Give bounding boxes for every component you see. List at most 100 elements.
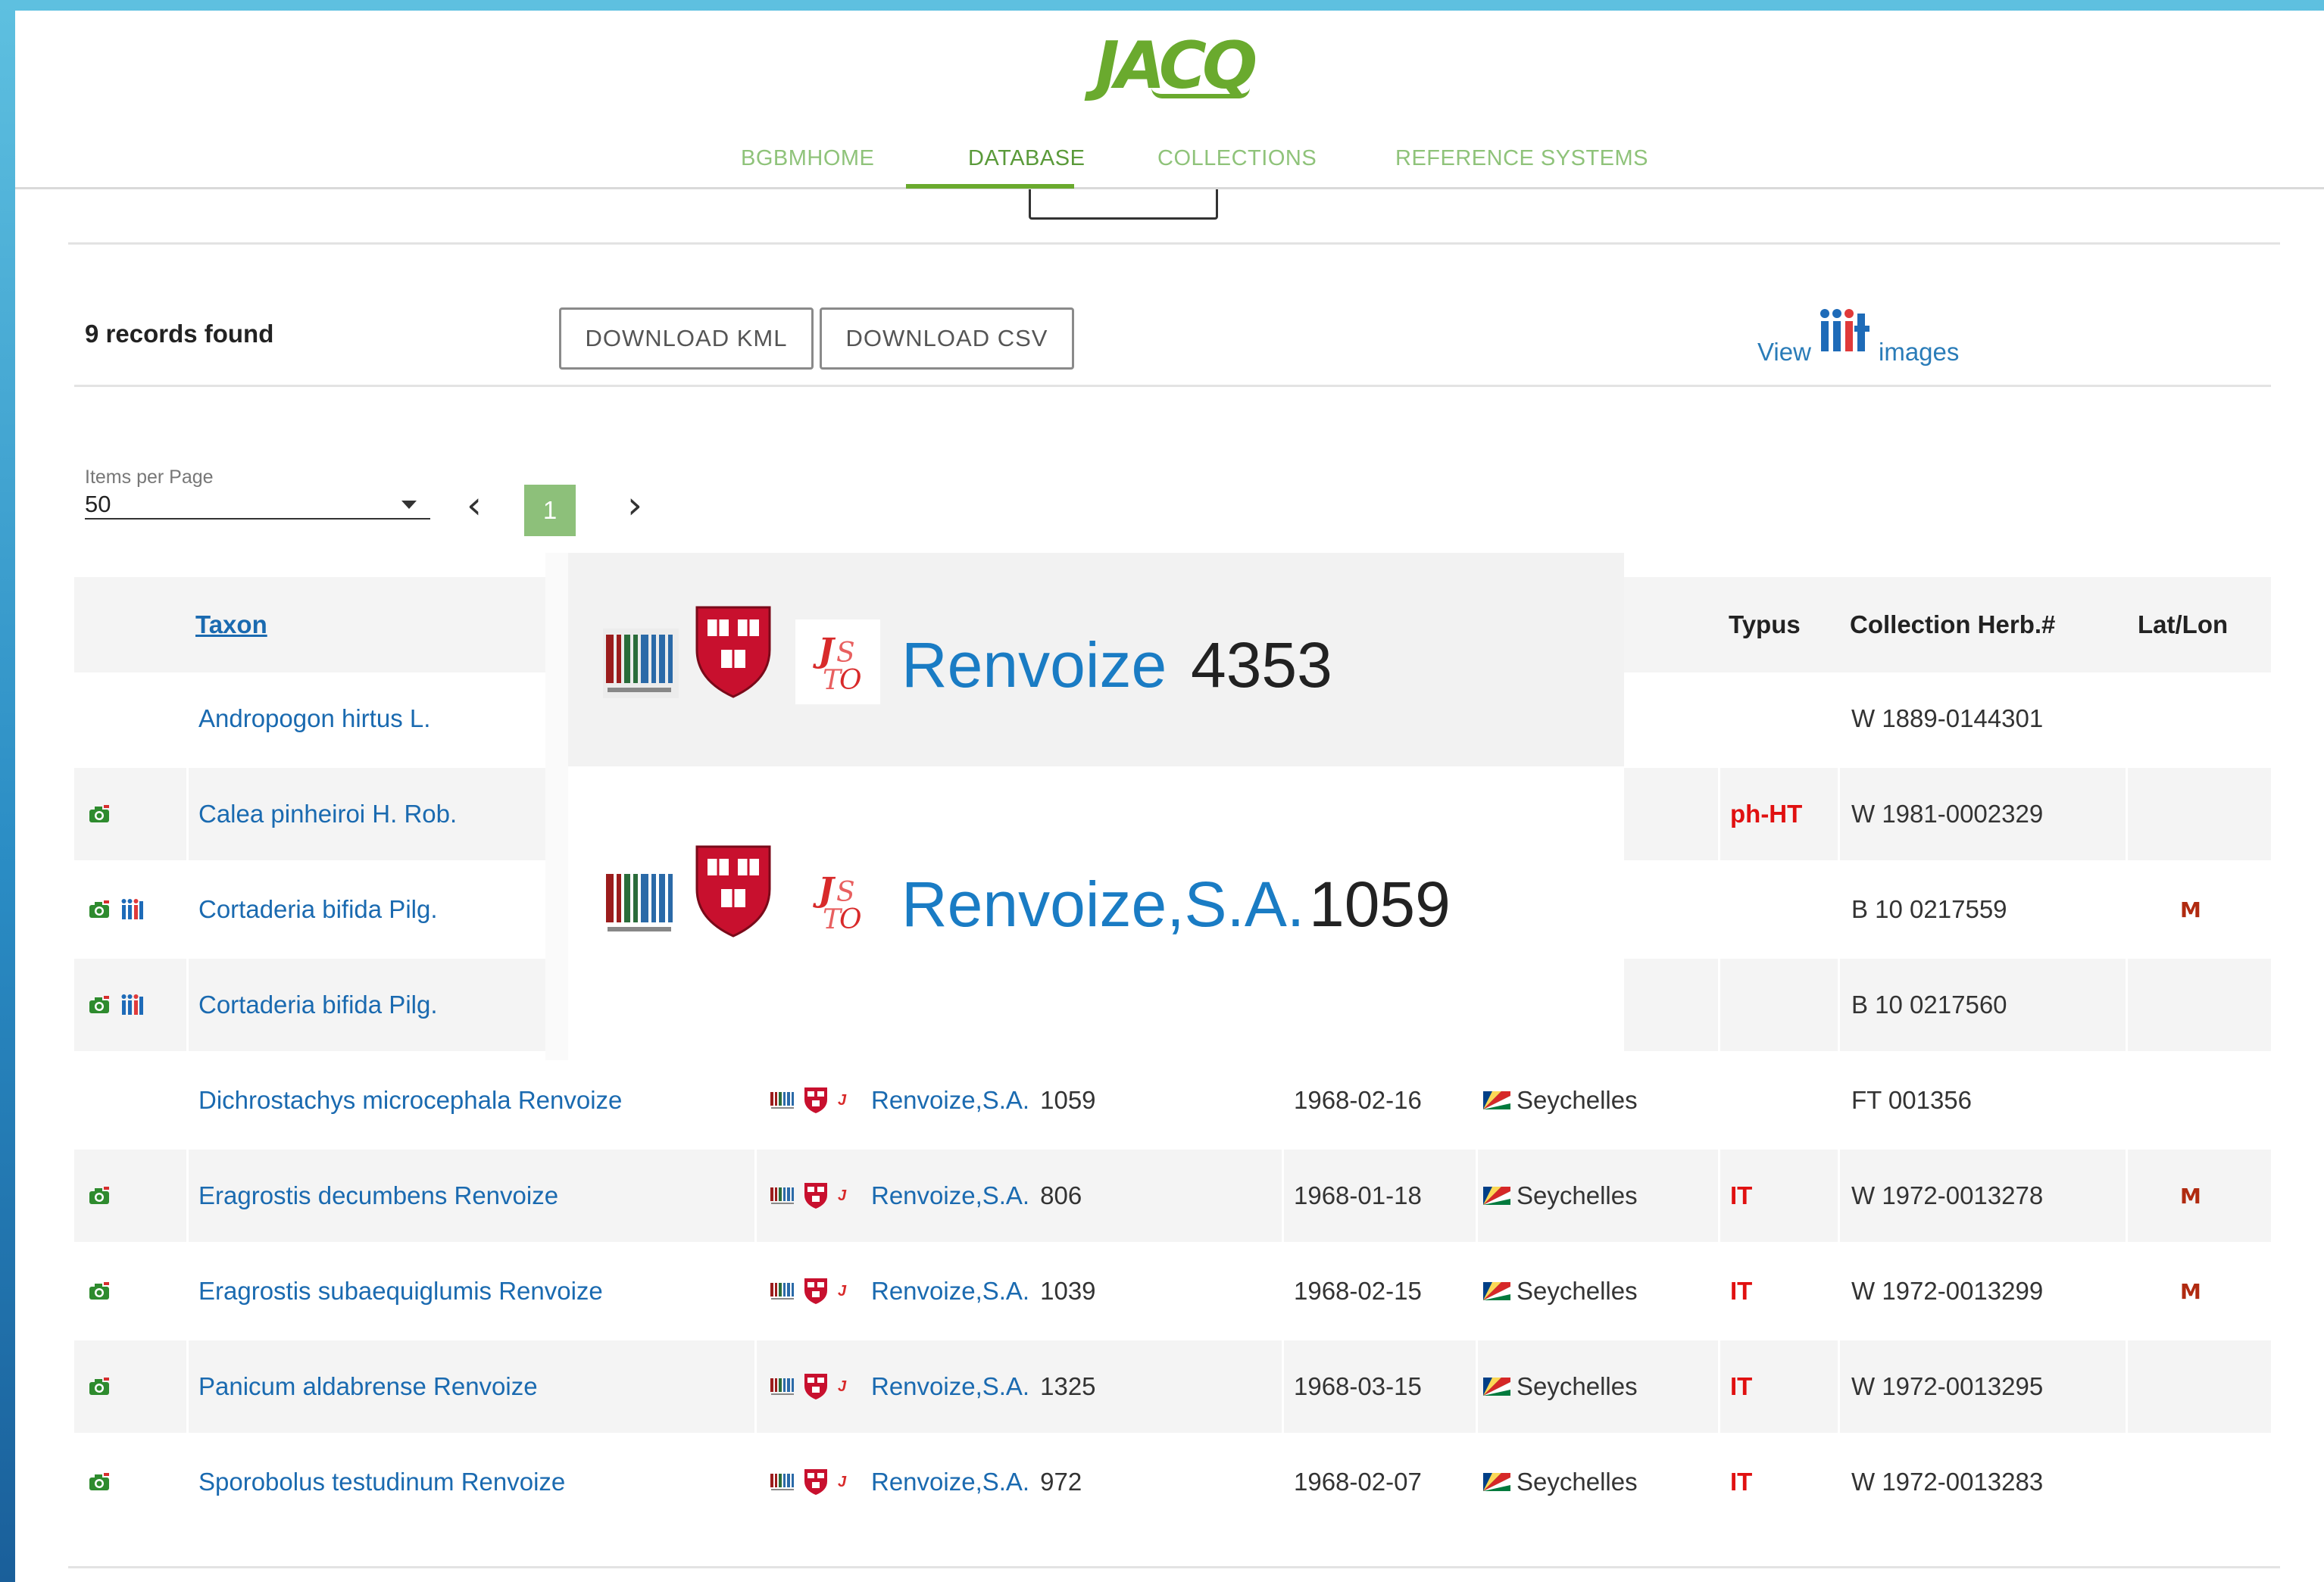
date-cell: 1968-01-18 (1294, 1181, 1422, 1209)
items-per-page-select[interactable]: 50 (85, 489, 430, 520)
camera-icon[interactable] (88, 994, 111, 1016)
jstor-icon[interactable]: J (838, 1089, 861, 1112)
harvard-shield-icon[interactable] (803, 1181, 829, 1210)
wikidata-barcode-icon[interactable] (603, 629, 679, 698)
column-separator (186, 1054, 189, 1147)
harvard-shield-icon[interactable] (694, 844, 773, 939)
column-separator (1282, 1150, 1284, 1242)
camera-icon[interactable] (88, 1375, 111, 1398)
date-cell: 1968-02-15 (1294, 1277, 1422, 1305)
wikidata-barcode-icon[interactable] (770, 1377, 795, 1396)
date-cell: 1968-02-16 (1294, 1086, 1422, 1114)
taxon-link[interactable]: Eragrostis decumbens Renvoize (198, 1150, 558, 1242)
herbarium-number[interactable]: W 1972-0013278 (1851, 1150, 2043, 1242)
wikidata-barcode-icon[interactable] (770, 1472, 795, 1492)
camera-icon[interactable] (88, 803, 111, 825)
column-separator (1718, 768, 1720, 860)
iiif-icon[interactable] (121, 994, 144, 1016)
svg-text:O: O (839, 665, 862, 696)
herbarium-number[interactable]: W 1972-0013295 (1851, 1340, 2043, 1433)
column-separator (1476, 1150, 1478, 1242)
taxon-column-header[interactable]: Taxon (195, 577, 267, 672)
herbarium-number[interactable]: W 1972-0013299 (1851, 1245, 2043, 1337)
harvard-shield-icon[interactable] (803, 1468, 829, 1496)
media-icons-cell (88, 1340, 111, 1433)
wikidata-barcode-icon[interactable] (770, 1091, 795, 1110)
wikidata-barcode-icon[interactable] (770, 1281, 795, 1301)
nav-database[interactable]: DATABASE (968, 139, 1085, 177)
nav-collections[interactable]: COLLECTIONS (1157, 139, 1317, 177)
herbarium-number[interactable]: W 1889-0144301 (1851, 672, 2043, 765)
taxon-link[interactable]: Sporobolus testudinum Renvoize (198, 1436, 565, 1528)
typus-badge: IT (1730, 1372, 1753, 1400)
collector-link[interactable]: Renvoize,S.A. (871, 1468, 1029, 1496)
collector-number: 972 (1040, 1468, 1082, 1496)
iiif-icon[interactable] (121, 898, 144, 921)
items-per-page-label: Items per Page (85, 466, 214, 488)
harvard-shield-icon[interactable] (694, 604, 773, 700)
collector-link[interactable]: Renvoize,S.A. (871, 1086, 1029, 1115)
taxon-link[interactable]: Andropogon hirtus L. (198, 672, 430, 765)
map-marker-icon[interactable]: M (2180, 897, 2201, 922)
taxon-link[interactable]: Cortaderia bifida Pilg. (198, 959, 438, 1051)
zoom-collector-name[interactable]: Renvoize (901, 629, 1167, 702)
download-csv-button[interactable]: DOWNLOAD CSV (820, 307, 1074, 370)
nav-active-indicator (906, 184, 1074, 189)
jstor-icon[interactable]: J S T O (795, 619, 880, 704)
camera-icon[interactable] (88, 1471, 111, 1493)
wikidata-barcode-icon[interactable] (603, 868, 679, 938)
zoom-collector-name[interactable]: Renvoize,S.A. (901, 868, 1304, 941)
table-row: Eragrostis decumbens Renvoize J Renvoize,S… (74, 1150, 2271, 1242)
harvard-shield-icon[interactable] (803, 1277, 829, 1306)
column-separator (2126, 1150, 2128, 1242)
taxon-link[interactable]: Calea pinheiroi H. Rob. (198, 768, 457, 860)
nav-reference-systems[interactable]: REFERENCE SYSTEMS (1395, 139, 1648, 177)
search-button[interactable] (1029, 189, 1218, 220)
collector-link[interactable]: Renvoize,S.A. (871, 1181, 1029, 1210)
camera-icon[interactable] (88, 1280, 111, 1303)
page-1-button[interactable]: 1 (524, 485, 576, 536)
column-separator (186, 1340, 189, 1433)
previous-page-icon[interactable]: ‹ (467, 486, 482, 524)
herbarium-number[interactable]: B 10 0217560 (1851, 959, 2007, 1051)
map-marker-icon[interactable]: M (2180, 1184, 2201, 1209)
column-separator (1718, 1150, 1720, 1242)
herbarium-number[interactable]: FT 001356 (1851, 1054, 1972, 1147)
download-kml-button[interactable]: DOWNLOAD KML (559, 307, 814, 370)
column-separator (2126, 1245, 2128, 1337)
jstor-icon[interactable]: J (838, 1375, 861, 1398)
table-row: Sporobolus testudinum Renvoize J Renvoize,… (74, 1436, 2271, 1528)
herbarium-number[interactable]: W 1981-0002329 (1851, 768, 2043, 860)
taxon-link[interactable]: Cortaderia bifida Pilg. (198, 863, 438, 956)
records-found-count: 9 records found (85, 320, 274, 348)
herbarium-number[interactable]: B 10 0217559 (1851, 863, 2007, 956)
map-marker-icon[interactable]: M (2180, 1279, 2201, 1304)
camera-icon[interactable] (88, 1184, 111, 1207)
camera-icon[interactable] (88, 898, 111, 921)
harvard-shield-icon[interactable] (803, 1086, 829, 1115)
taxon-link[interactable]: Panicum aldabrense Renvoize (198, 1340, 538, 1433)
column-separator (1838, 1340, 1840, 1433)
next-page-icon[interactable]: › (627, 486, 642, 524)
taxon-link[interactable]: Eragrostis subaequiglumis Renvoize (198, 1245, 603, 1337)
wikidata-barcode-icon[interactable] (770, 1186, 795, 1206)
collector-link[interactable]: Renvoize,S.A. (871, 1277, 1029, 1306)
country-cell: Seychelles (1483, 1245, 1638, 1337)
collector-link[interactable]: Renvoize,S.A. (871, 1372, 1029, 1401)
table-row: Dichrostachys microcephala Renvoize J Renv… (74, 1054, 2271, 1147)
nav-bgbmhome[interactable]: BGBMHOME (741, 139, 874, 177)
iiif-icon (1820, 309, 1870, 351)
seychelles-flag-icon (1483, 1187, 1510, 1205)
country-cell: Seychelles (1483, 1340, 1638, 1433)
harvard-shield-icon[interactable] (803, 1372, 829, 1401)
column-separator (2126, 863, 2128, 956)
country-cell: Seychelles (1483, 1150, 1638, 1242)
jstor-icon[interactable]: J S T O (795, 859, 880, 944)
taxon-link[interactable]: Dichrostachys microcephala Renvoize (198, 1054, 622, 1147)
jstor-icon[interactable]: J (838, 1471, 861, 1493)
jstor-icon[interactable]: J (838, 1184, 861, 1207)
herbarium-number[interactable]: W 1972-0013283 (1851, 1436, 2043, 1528)
page: JACQ BGBMHOME DATABASE COLLECTIONS REFER… (15, 11, 2324, 1582)
jstor-icon[interactable]: J (838, 1280, 861, 1303)
seychelles-flag-icon (1483, 1091, 1510, 1109)
